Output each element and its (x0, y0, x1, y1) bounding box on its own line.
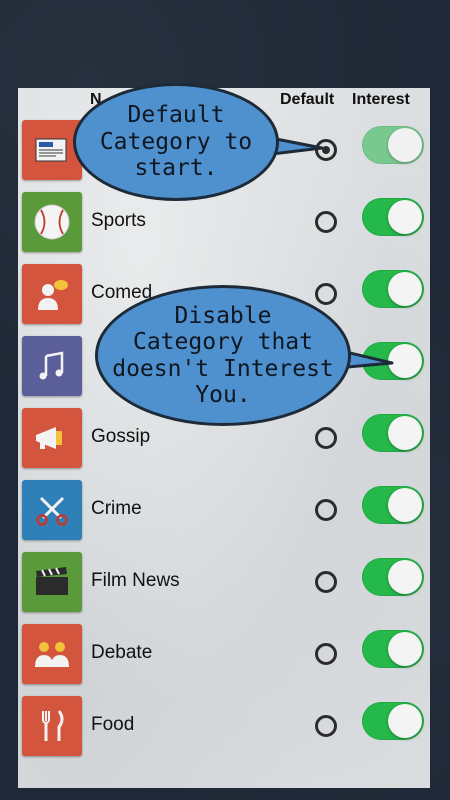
interest-toggle-news[interactable] (362, 126, 424, 164)
category-tile-debate (22, 624, 82, 684)
category-tile-sports (22, 192, 82, 252)
callout-default-category: Default Category to start. (73, 83, 279, 201)
clapperboard-icon (36, 567, 68, 595)
category-tile-comedy (22, 264, 82, 324)
interest-toggle-food[interactable] (362, 702, 424, 740)
default-radio-debate[interactable] (315, 643, 337, 665)
interest-toggle-gossip[interactable] (362, 414, 424, 452)
category-tile-gossip (22, 408, 82, 468)
toggle-knob (388, 272, 422, 306)
interest-toggle-debate[interactable] (362, 630, 424, 668)
callout-disable-category: Disable Category that doesn't Interest Y… (95, 285, 351, 426)
newspaper-icon (35, 138, 67, 162)
music-note-icon (39, 351, 64, 380)
category-label-film-news: Film News (91, 570, 180, 591)
default-radio-film-news[interactable] (315, 571, 337, 593)
interest-toggle-sports[interactable] (362, 198, 424, 236)
toggle-knob (388, 560, 422, 594)
baseball-icon (34, 204, 70, 240)
column-header-interest: Interest (352, 91, 410, 108)
interest-toggle-comedy[interactable] (362, 270, 424, 308)
category-label-crime: Crime (91, 498, 142, 519)
default-radio-sports[interactable] (315, 211, 337, 233)
interest-toggle-crime[interactable] (362, 486, 424, 524)
toggle-knob (388, 128, 422, 162)
interest-toggle-film-news[interactable] (362, 558, 424, 596)
toggle-knob (388, 632, 422, 666)
people-icon (35, 642, 69, 667)
category-tile-food (22, 696, 82, 756)
category-label-gossip: Gossip (91, 426, 151, 447)
category-row-food: Food (18, 686, 430, 758)
category-tile-music (22, 336, 82, 396)
toggle-knob (388, 416, 422, 450)
screen-frame: N Default Interest Sports Comed Gossip C… (0, 0, 450, 800)
default-radio-gossip[interactable] (315, 427, 337, 449)
fork-knife-icon (42, 710, 64, 741)
callout-default-text: Default Category to start. (99, 102, 253, 182)
category-label-sports: Sports (91, 210, 146, 231)
category-row-film-news: Film News (18, 542, 430, 614)
default-radio-crime[interactable] (315, 499, 337, 521)
category-tile-film-news (22, 552, 82, 612)
megaphone-icon (36, 427, 62, 449)
category-label-food: Food (91, 714, 135, 735)
default-radio-food[interactable] (315, 715, 337, 737)
category-row-debate: Debate (18, 614, 430, 686)
comedy-person-icon (38, 280, 68, 310)
scissors-icon (36, 496, 68, 526)
category-row-crime: Crime (18, 470, 430, 542)
category-tile-crime (22, 480, 82, 540)
category-label-debate: Debate (91, 642, 153, 663)
toggle-knob (388, 704, 422, 738)
column-header-default: Default (280, 91, 335, 108)
toggle-knob (388, 200, 422, 234)
callout-disable-text: Disable Category that doesn't Interest Y… (112, 302, 334, 408)
toggle-knob (388, 488, 422, 522)
